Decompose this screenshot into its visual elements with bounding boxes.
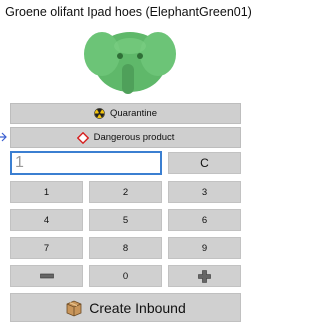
product-image <box>84 32 176 94</box>
keypad-5-button[interactable]: 5 <box>89 209 162 231</box>
dangerous-product-button[interactable]: Dangerous product <box>10 127 241 148</box>
hazard-diamond-icon <box>76 131 89 144</box>
quarantine-button[interactable]: Quarantine <box>10 103 241 124</box>
decrement-button[interactable] <box>10 265 83 287</box>
clear-button[interactable]: C <box>168 152 241 174</box>
keypad-0-button[interactable]: 0 <box>89 265 162 287</box>
keypad-6-button[interactable]: 6 <box>168 209 241 231</box>
create-inbound-label: Create Inbound <box>89 299 186 316</box>
keypad-4-button[interactable]: 4 <box>10 209 83 231</box>
radiation-icon <box>94 108 105 119</box>
keypad-7-button[interactable]: 7 <box>10 237 83 259</box>
quarantine-label: Quarantine <box>109 108 157 119</box>
create-inbound-button[interactable]: Create Inbound <box>10 293 241 322</box>
keypad-3-button[interactable]: 3 <box>168 181 241 203</box>
quantity-input[interactable]: 1 <box>10 151 162 175</box>
keypad-2-button[interactable]: 2 <box>89 181 162 203</box>
increment-button[interactable] <box>168 265 241 287</box>
product-title: Groene olifant Ipad hoes (ElephantGreen0… <box>5 5 252 19</box>
keypad-8-button[interactable]: 8 <box>89 237 162 259</box>
keypad-9-button[interactable]: 9 <box>168 237 241 259</box>
dangerous-product-label: Dangerous product <box>93 132 175 143</box>
package-icon <box>65 299 83 317</box>
plus-icon <box>198 269 211 283</box>
keypad-1-button[interactable]: 1 <box>10 181 83 203</box>
arrow-right-icon <box>0 132 7 142</box>
minus-icon <box>39 273 54 279</box>
